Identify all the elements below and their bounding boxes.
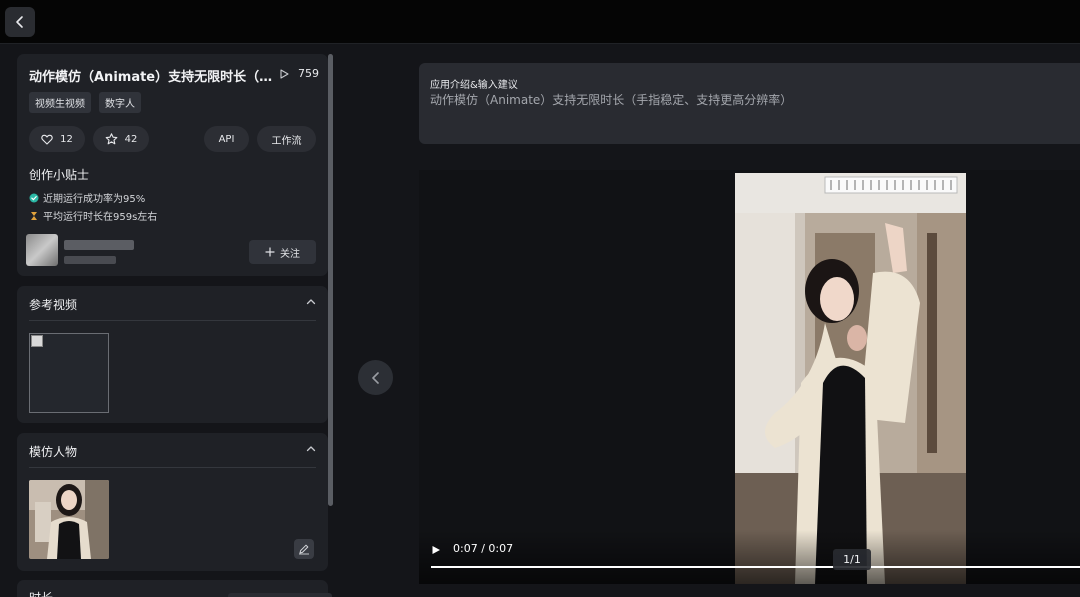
back-button[interactable] [5, 7, 35, 37]
character-photo [29, 480, 109, 559]
divider [29, 467, 316, 468]
app-title: 动作模仿（Animate）支持无限时长（手指稳定、支持更高分辨率） [29, 70, 273, 85]
api-button[interactable]: API [204, 126, 249, 152]
tip-avg-duration: 平均运行时长在959s左右 [29, 208, 157, 223]
star-icon [105, 133, 117, 145]
like-button[interactable]: 12 [29, 126, 85, 152]
app-intro-card: 应用介绍&输入建议 动作模仿（Animate）支持无限时长（手指稳定、支持更高分… [419, 63, 1080, 144]
check-circle-icon [29, 193, 39, 202]
workflow-button[interactable]: 工作流 [257, 126, 316, 152]
left-panel: 动作模仿（Animate）支持无限时长（手指稳定、支持更高分辨率） 759 视频… [0, 45, 340, 597]
edit-button[interactable] [294, 539, 314, 559]
author-name-redacted [64, 240, 134, 250]
reference-video-section: 参考视频 [17, 286, 328, 423]
intro-text: 动作模仿（Animate）支持无限时长（手指稳定、支持更高分辨率） [430, 93, 793, 107]
api-label: API [218, 133, 235, 145]
duration-title: 时长 [29, 589, 53, 597]
tip-avg-duration-text: 平均运行时长在959s左右 [43, 212, 158, 223]
broken-image-icon [31, 335, 43, 347]
imitation-character-section: 模仿人物 [17, 433, 328, 571]
hourglass-icon [31, 211, 37, 220]
intro-label: 应用介绍&输入建议 [430, 80, 518, 91]
duration-stepper[interactable] [228, 593, 332, 597]
previous-button[interactable] [358, 360, 393, 395]
video-still [735, 173, 966, 584]
character-thumbnail[interactable] [29, 480, 109, 559]
workflow-label: 工作流 [271, 135, 302, 147]
chevron-left-icon [16, 16, 23, 28]
tip-success-rate: 近期运行成功率为95% [29, 190, 145, 205]
top-bar [0, 0, 1080, 44]
imitation-character-header[interactable]: 模仿人物 [17, 433, 328, 468]
tag-list: 视频生视频 数字人 [29, 92, 141, 113]
duration-section: 时长 [17, 580, 332, 597]
play-icon[interactable] [431, 545, 441, 555]
right-panel: 应用介绍&输入建议 动作模仿（Animate）支持无限时长（手指稳定、支持更高分… [340, 45, 1080, 597]
chevron-up-icon[interactable] [306, 444, 316, 454]
video-controls [419, 530, 1080, 584]
divider [29, 320, 316, 321]
edit-icon [299, 544, 309, 555]
avatar[interactable] [26, 234, 58, 266]
chevron-up-icon[interactable] [306, 297, 316, 307]
video-frame [735, 173, 966, 584]
follow-button[interactable]: 关注 [249, 240, 316, 264]
video-time: 0:07 / 0:07 [453, 542, 514, 555]
app-info-card: 动作模仿（Animate）支持无限时长（手指稳定、支持更高分辨率） 759 视频… [17, 54, 328, 276]
tag-digital-human[interactable]: 数字人 [99, 92, 141, 113]
play-count: 759 [280, 67, 319, 80]
play-count-value: 759 [298, 67, 319, 80]
like-count: 12 [60, 133, 73, 145]
reference-video-thumbnail[interactable] [29, 333, 109, 413]
tips-title: 创作小贴士 [29, 168, 90, 182]
chevron-left-icon [371, 371, 379, 384]
result-counter: 1/1 [833, 549, 871, 570]
left-scrollbar[interactable] [328, 54, 333, 506]
author-sub-redacted [64, 256, 116, 264]
reference-video-header[interactable]: 参考视频 [17, 286, 328, 321]
favorite-button[interactable]: 42 [93, 126, 149, 152]
heart-icon [41, 134, 53, 145]
plus-icon [265, 247, 275, 257]
tip-success-rate-text: 近期运行成功率为95% [43, 194, 146, 205]
video-player[interactable]: 0:07 / 0:07 1/1 [419, 170, 1080, 584]
video-progress-bar[interactable] [431, 566, 1080, 568]
reference-video-title: 参考视频 [29, 298, 78, 312]
tag-video-to-video[interactable]: 视频生视频 [29, 92, 91, 113]
follow-label: 关注 [280, 248, 300, 260]
play-icon [280, 68, 289, 79]
imitation-character-title: 模仿人物 [29, 445, 78, 459]
video-progress-fill [431, 566, 1080, 568]
favorite-count: 42 [124, 133, 138, 145]
